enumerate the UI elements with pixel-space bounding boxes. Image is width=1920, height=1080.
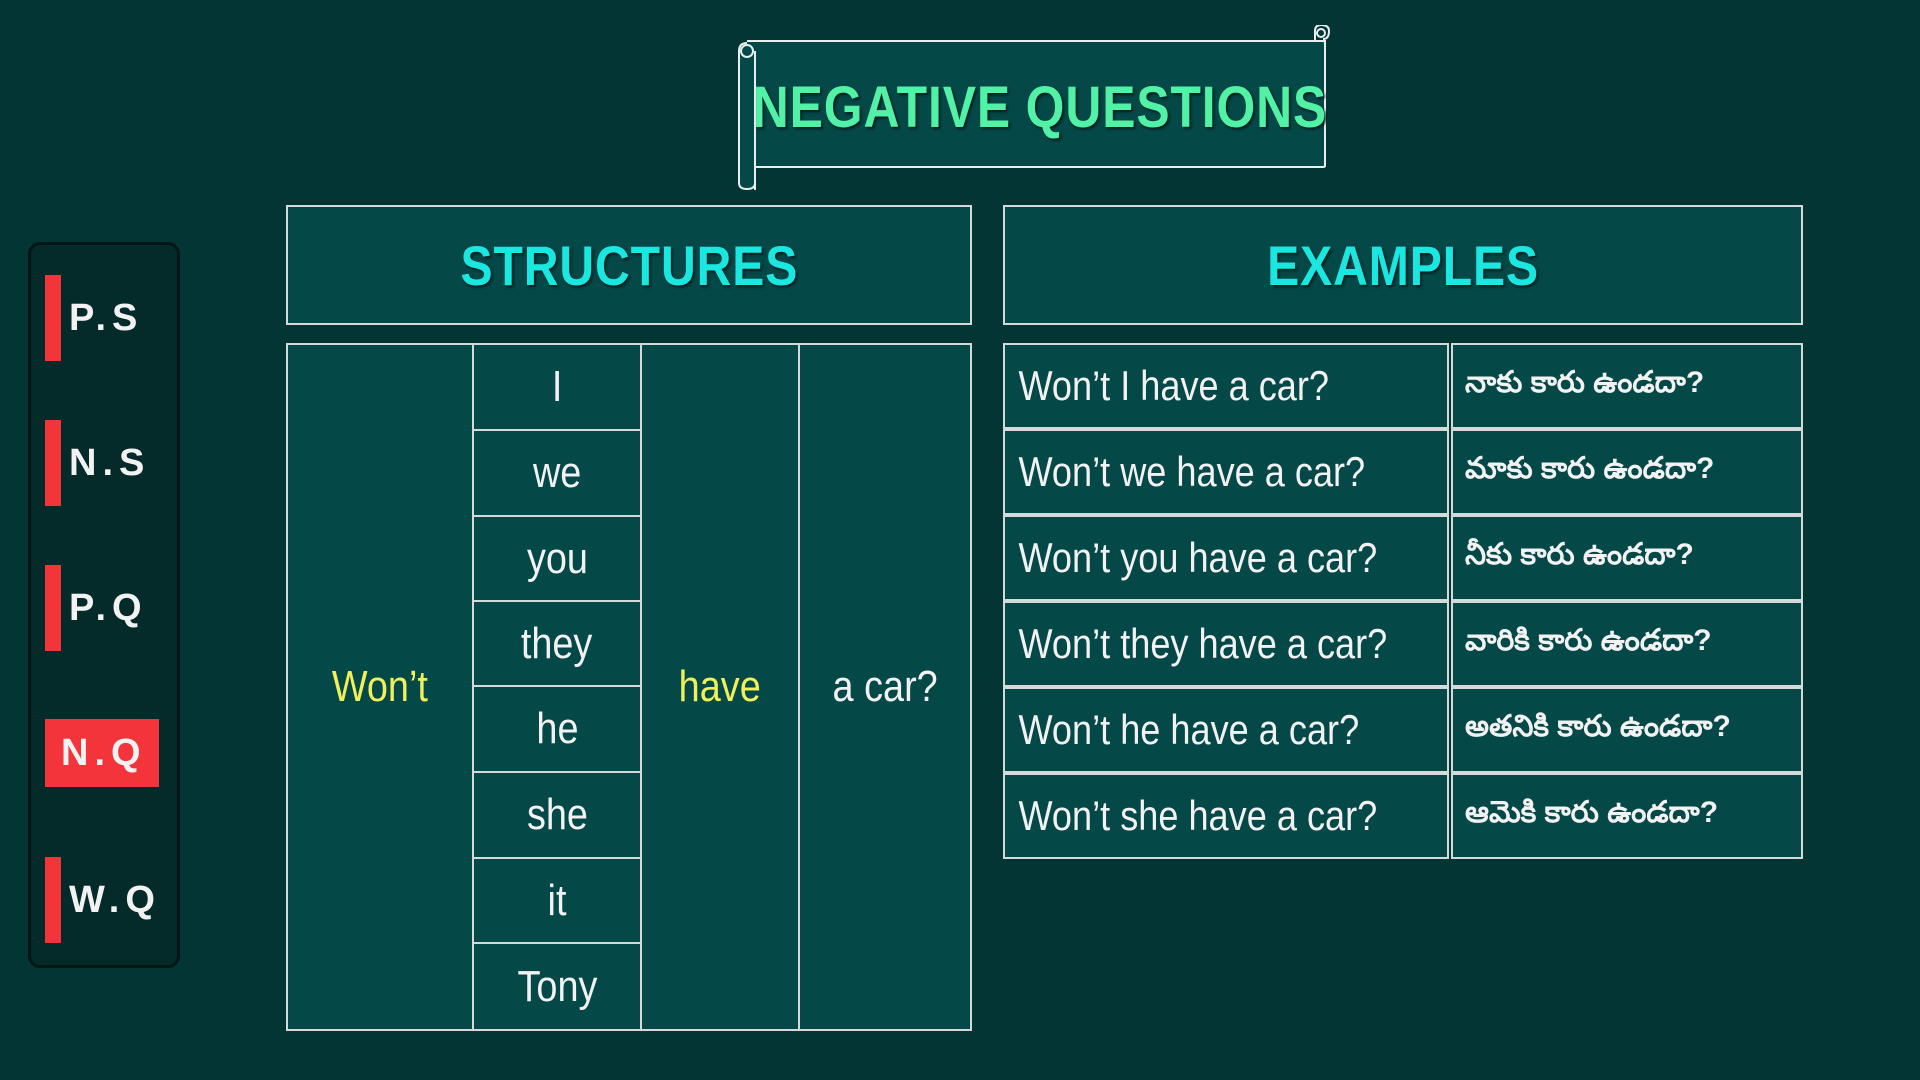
nav-marker	[45, 275, 61, 361]
section-nav: P.S N.S P.Q N.Q W.Q	[28, 242, 180, 968]
example-telugu: నీకు కారు ఉండదా?	[1465, 537, 1694, 571]
nav-item-ps[interactable]: P.S	[45, 275, 165, 361]
nav-item-label: N.Q	[61, 731, 147, 774]
subject-word: Tony	[517, 961, 597, 1011]
nav-item-pq[interactable]: P.Q	[45, 565, 165, 651]
structures-table: Won’t I we you they he she it Tony have …	[286, 343, 972, 1031]
subject-word: you	[526, 533, 588, 583]
verb-cell: have	[642, 345, 798, 1029]
subject-cell: we	[474, 431, 640, 515]
subject-cell: Tony	[474, 944, 640, 1029]
subject-cell: he	[474, 687, 640, 771]
example-english: Won’t you have a car?	[1018, 534, 1378, 581]
nav-item-wq[interactable]: W.Q	[45, 857, 165, 943]
subject-cell: she	[474, 773, 640, 857]
structures-header: STRUCTURES	[286, 205, 972, 325]
subject-word: she	[526, 790, 588, 839]
example-row: Won’t we have a car? మాకు కారు ఉండదా?	[1003, 429, 1803, 515]
example-telugu: మాకు కారు ఉండదా?	[1465, 451, 1715, 485]
example-english: Won’t she have a car?	[1018, 792, 1378, 839]
page-title: NEGATIVE QUESTIONS	[752, 75, 1328, 140]
subject-cell: they	[474, 602, 640, 685]
subject-cell: I	[474, 345, 640, 429]
example-row: Won’t she have a car? ఆమెకి కారు ఉండదా?	[1003, 773, 1803, 859]
example-row: Won’t he have a car? అతనికి కారు ఉండదా?	[1003, 687, 1803, 773]
nav-item-ns[interactable]: N.S	[45, 420, 165, 506]
object-cell: a car?	[800, 345, 970, 1029]
example-row: Won’t you have a car? నీకు కారు ఉండదా?	[1003, 515, 1803, 601]
title-banner: NEGATIVE QUESTIONS	[735, 25, 1335, 190]
example-row: Won’t I have a car? నాకు కారు ఉండదా?	[1003, 343, 1803, 429]
subject-word: we	[532, 448, 582, 497]
nav-item-label: N.S	[69, 441, 151, 484]
nav-item-label: W.Q	[69, 878, 161, 921]
examples-header: EXAMPLES	[1003, 205, 1803, 325]
structures-title: STRUCTURES	[460, 233, 798, 297]
example-english: Won’t they have a car?	[1018, 620, 1388, 667]
example-row: Won’t they have a car? వారికి కారు ఉండదా…	[1003, 601, 1803, 687]
examples-title: EXAMPLES	[1267, 233, 1539, 297]
subject-word: they	[521, 618, 593, 668]
subject-word: he	[535, 704, 579, 753]
nav-marker	[45, 857, 61, 943]
object-words: a car?	[832, 662, 938, 711]
example-telugu: వారికి కారు ఉండదా?	[1465, 623, 1712, 657]
auxiliary-word: Won’t	[331, 662, 429, 711]
example-telugu: నాకు కారు ఉండదా?	[1465, 365, 1705, 399]
verb-word: have	[678, 662, 762, 711]
subject-cell: you	[474, 517, 640, 600]
subject-cell: it	[474, 859, 640, 942]
examples-table: Won’t I have a car? నాకు కారు ఉండదా? Won…	[1003, 343, 1803, 861]
nav-item-label: P.S	[69, 296, 144, 339]
nav-item-nq[interactable]: N.Q	[45, 719, 159, 787]
subject-word: I	[551, 362, 563, 411]
example-english: Won’t he have a car?	[1018, 706, 1360, 753]
example-telugu: అతనికి కారు ఉండదా?	[1465, 709, 1731, 743]
auxiliary-cell: Won’t	[288, 345, 472, 1029]
nav-marker	[45, 565, 61, 651]
nav-marker	[45, 420, 61, 506]
example-telugu: ఆమెకి కారు ఉండదా?	[1465, 795, 1719, 829]
nav-item-label: P.Q	[69, 586, 148, 629]
example-english: Won’t I have a car?	[1018, 362, 1330, 409]
example-english: Won’t we have a car?	[1018, 448, 1366, 495]
subject-word: it	[547, 875, 567, 925]
